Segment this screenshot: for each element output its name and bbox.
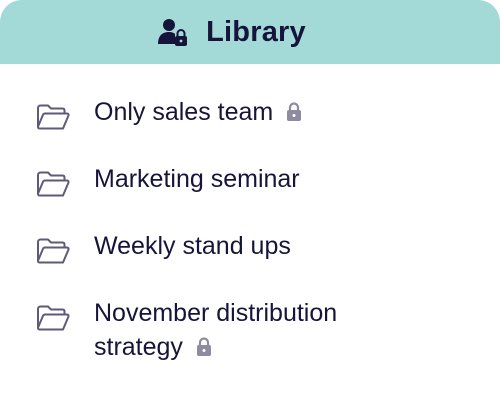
folder-icon: [37, 238, 70, 264]
folder-item-only-sales-team[interactable]: Only sales team: [0, 92, 500, 159]
library-panel: Library Only sales team Marketing semina…: [0, 0, 500, 403]
folder-list: Only sales team Marketing seminar Weekly…: [0, 64, 500, 383]
folder-item-november-distribution-strategy[interactable]: November distribution strategy: [0, 293, 500, 383]
folder-icon: [37, 305, 70, 331]
folder-item-marketing-seminar[interactable]: Marketing seminar: [0, 159, 500, 226]
library-header: Library: [0, 0, 500, 64]
folder-item-label: Weekly stand ups: [94, 232, 291, 260]
folder-icon: [37, 171, 70, 197]
folder-item-label: Only sales team: [94, 98, 274, 126]
lock-icon: [287, 102, 302, 121]
header-title: Library: [206, 15, 306, 48]
folder-item-label: November distribution strategy: [94, 299, 338, 361]
folder-icon: [37, 104, 70, 130]
user-lock-icon: [158, 19, 188, 46]
lock-icon: [196, 337, 211, 356]
folder-item-label: Marketing seminar: [94, 165, 300, 193]
folder-item-weekly-stand-ups[interactable]: Weekly stand ups: [0, 226, 500, 293]
